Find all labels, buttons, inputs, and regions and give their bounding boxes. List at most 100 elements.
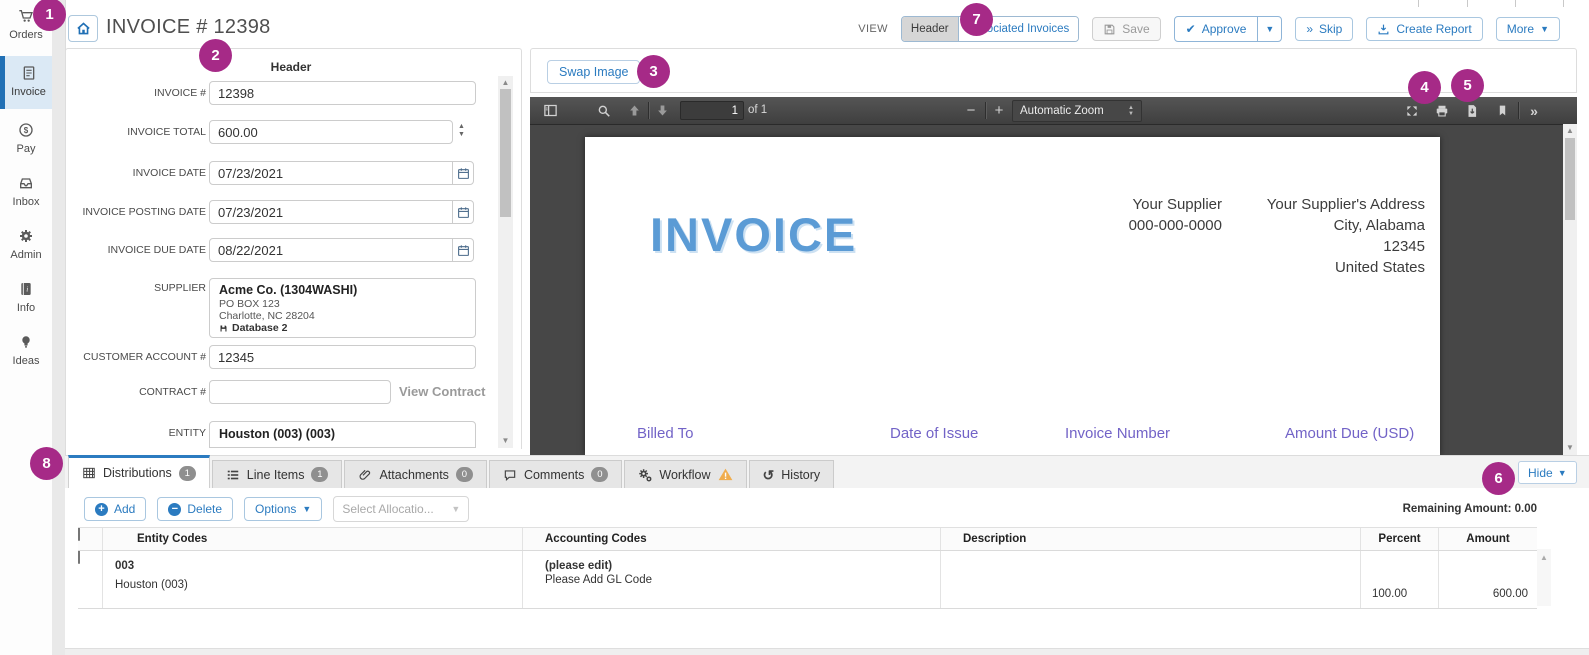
- contract-input[interactable]: [209, 380, 391, 404]
- pdf-more-tools-button[interactable]: »: [1524, 101, 1544, 120]
- accounting-codes-cell: (please edit) Please Add GL Code: [523, 551, 941, 608]
- chevron-down-icon: ▼: [1540, 24, 1549, 34]
- sidebar-item-ideas[interactable]: Ideas: [0, 334, 52, 369]
- approve-button[interactable]: ✔ Approve: [1175, 17, 1258, 41]
- pdf-presentation-mode-button[interactable]: [1402, 101, 1422, 120]
- pdf-next-page-button[interactable]: [652, 101, 672, 120]
- pdf-zoom-in-button[interactable]: +: [989, 101, 1009, 120]
- entity-box[interactable]: Houston (003) (003): [209, 421, 476, 448]
- more-label: More: [1506, 22, 1535, 36]
- more-button[interactable]: More ▼: [1495, 17, 1560, 41]
- swap-image-button[interactable]: Swap Image: [547, 60, 641, 84]
- annotation-7: 7: [960, 3, 993, 36]
- options-label: Options: [255, 502, 297, 516]
- sidebar-label: Inbox: [12, 196, 40, 208]
- tab-distributions[interactable]: Distributions 1: [68, 455, 210, 488]
- skip-button[interactable]: » Skip: [1295, 17, 1354, 41]
- scroll-up-icon[interactable]: ▲: [1563, 126, 1577, 136]
- invoice-due-date-input[interactable]: [209, 238, 453, 262]
- sidebar-item-info[interactable]: i Info: [0, 281, 52, 316]
- scroll-up-icon[interactable]: ▲: [498, 78, 513, 88]
- hide-button[interactable]: Hide ▼: [1518, 461, 1577, 484]
- table-scrollbar[interactable]: ▲: [1537, 549, 1551, 606]
- pdf-previous-page-button[interactable]: [624, 101, 644, 120]
- doc-column-invoice-number: Invoice Number: [1065, 425, 1171, 442]
- supplier-name: Acme Co. (1304WASHI): [219, 283, 358, 297]
- sidebar-item-admin[interactable]: Admin: [0, 228, 52, 263]
- customer-account-input[interactable]: [209, 345, 476, 369]
- scroll-up-icon[interactable]: ▲: [1537, 553, 1551, 563]
- sidebar-label: Invoice: [11, 86, 46, 98]
- pdf-zoom-select[interactable]: Automatic Zoom ▲ ▼: [1012, 100, 1142, 122]
- pdf-page-input[interactable]: [680, 101, 744, 120]
- sidebar-label: Pay: [16, 143, 36, 155]
- form-scrollbar-thumb[interactable]: [500, 89, 511, 217]
- doc-column-billed-to: Billed To: [637, 425, 694, 442]
- invoice-app: Orders Invoice $ Pay Inbox Admin i Info …: [0, 0, 1589, 655]
- invoice-posting-date-input[interactable]: [209, 200, 453, 224]
- distributions-table: Entity Codes Accounting Codes Descriptio…: [78, 527, 1537, 609]
- supplier-label: SUPPLIER: [154, 282, 206, 294]
- tab-badge: 1: [178, 465, 196, 481]
- tab-attachments[interactable]: Attachments 0: [344, 460, 487, 488]
- approve-dropdown-button[interactable]: ▼: [1257, 17, 1281, 41]
- allocation-select[interactable]: Select Allocatio... ▼: [333, 496, 470, 522]
- pdf-bookmark-button[interactable]: [1492, 101, 1512, 120]
- pdf-scrollbar[interactable]: ▲ ▼: [1563, 124, 1577, 455]
- create-report-button[interactable]: Create Report: [1366, 17, 1483, 41]
- sidebar-item-inbox[interactable]: Inbox: [0, 175, 52, 210]
- tab-line-items[interactable]: Line Items 1: [211, 460, 343, 488]
- dollar-icon: $: [18, 122, 34, 138]
- bookmark-icon: [1499, 105, 1505, 116]
- invoice-posting-date-calendar-button[interactable]: [452, 200, 474, 224]
- tab-label: Comments: [523, 467, 585, 482]
- home-button[interactable]: [68, 15, 98, 42]
- pdf-download-button[interactable]: [1462, 101, 1482, 120]
- sidebar-item-pay[interactable]: $ Pay: [0, 122, 52, 157]
- view-contract-link[interactable]: View Contract: [399, 384, 485, 399]
- sidebar-item-invoice[interactable]: Invoice: [0, 56, 52, 109]
- scroll-down-icon[interactable]: ▼: [1563, 443, 1577, 453]
- tab-comments[interactable]: Comments 0: [488, 460, 623, 488]
- select-all-checkbox[interactable]: [78, 528, 80, 541]
- home-icon: [76, 21, 91, 36]
- sidebar-label: Orders: [9, 29, 43, 41]
- supplier-box[interactable]: Acme Co. (1304WASHI) PO BOX 123 Charlott…: [209, 278, 476, 338]
- invoice-date-input[interactable]: [209, 161, 453, 185]
- pdf-scrollbar-thumb[interactable]: [1565, 138, 1575, 220]
- svg-text:i: i: [26, 285, 28, 294]
- pdf-print-button[interactable]: [1432, 101, 1452, 120]
- tab-history[interactable]: ↺ History: [748, 460, 835, 488]
- invoice-header-form: Header INVOICE # INVOICE TOTAL ▲▼ INVOIC…: [65, 48, 522, 449]
- invoice-total-input[interactable]: [209, 120, 453, 144]
- column-amount: Amount: [1439, 528, 1537, 550]
- invoice-date-calendar-button[interactable]: [452, 161, 474, 185]
- sidebar-toggle-icon: [543, 104, 557, 117]
- table-row[interactable]: 003 Houston (003) (please edit) Please A…: [78, 551, 1537, 609]
- tab-label: Line Items: [246, 467, 305, 482]
- supplier-database: Database 2: [232, 322, 288, 334]
- delete-button[interactable]: − Delete: [157, 497, 234, 521]
- form-scrollbar[interactable]: ▲ ▼: [498, 76, 513, 448]
- print-icon: [1436, 105, 1448, 116]
- doc-address-line: Your Supplier's Address: [1266, 196, 1425, 213]
- pdf-zoom-out-button[interactable]: −: [961, 101, 981, 120]
- search-icon: [598, 105, 610, 117]
- pdf-search-button[interactable]: [594, 101, 614, 120]
- tab-workflow[interactable]: Workflow: [624, 460, 747, 488]
- save-button[interactable]: Save: [1092, 17, 1161, 41]
- zoom-select-value: Automatic Zoom: [1020, 105, 1104, 117]
- view-option-header[interactable]: Header: [901, 17, 959, 41]
- sidebar-gutter: [52, 0, 66, 655]
- add-button[interactable]: + Add: [84, 497, 147, 521]
- pdf-sidebar-toggle-button[interactable]: [540, 101, 560, 120]
- invoice-due-date-calendar-button[interactable]: [452, 238, 474, 262]
- annotation-5: 5: [1451, 69, 1484, 102]
- invoice-number-input[interactable]: [209, 81, 476, 105]
- pdf-page-count: of 1: [748, 104, 768, 116]
- scroll-down-icon[interactable]: ▼: [498, 436, 513, 446]
- options-button[interactable]: Options ▼: [244, 497, 323, 521]
- invoice-total-stepper[interactable]: ▲ ▼: [458, 123, 465, 138]
- row-checkbox[interactable]: [78, 551, 80, 564]
- view-label: VIEW: [858, 23, 888, 35]
